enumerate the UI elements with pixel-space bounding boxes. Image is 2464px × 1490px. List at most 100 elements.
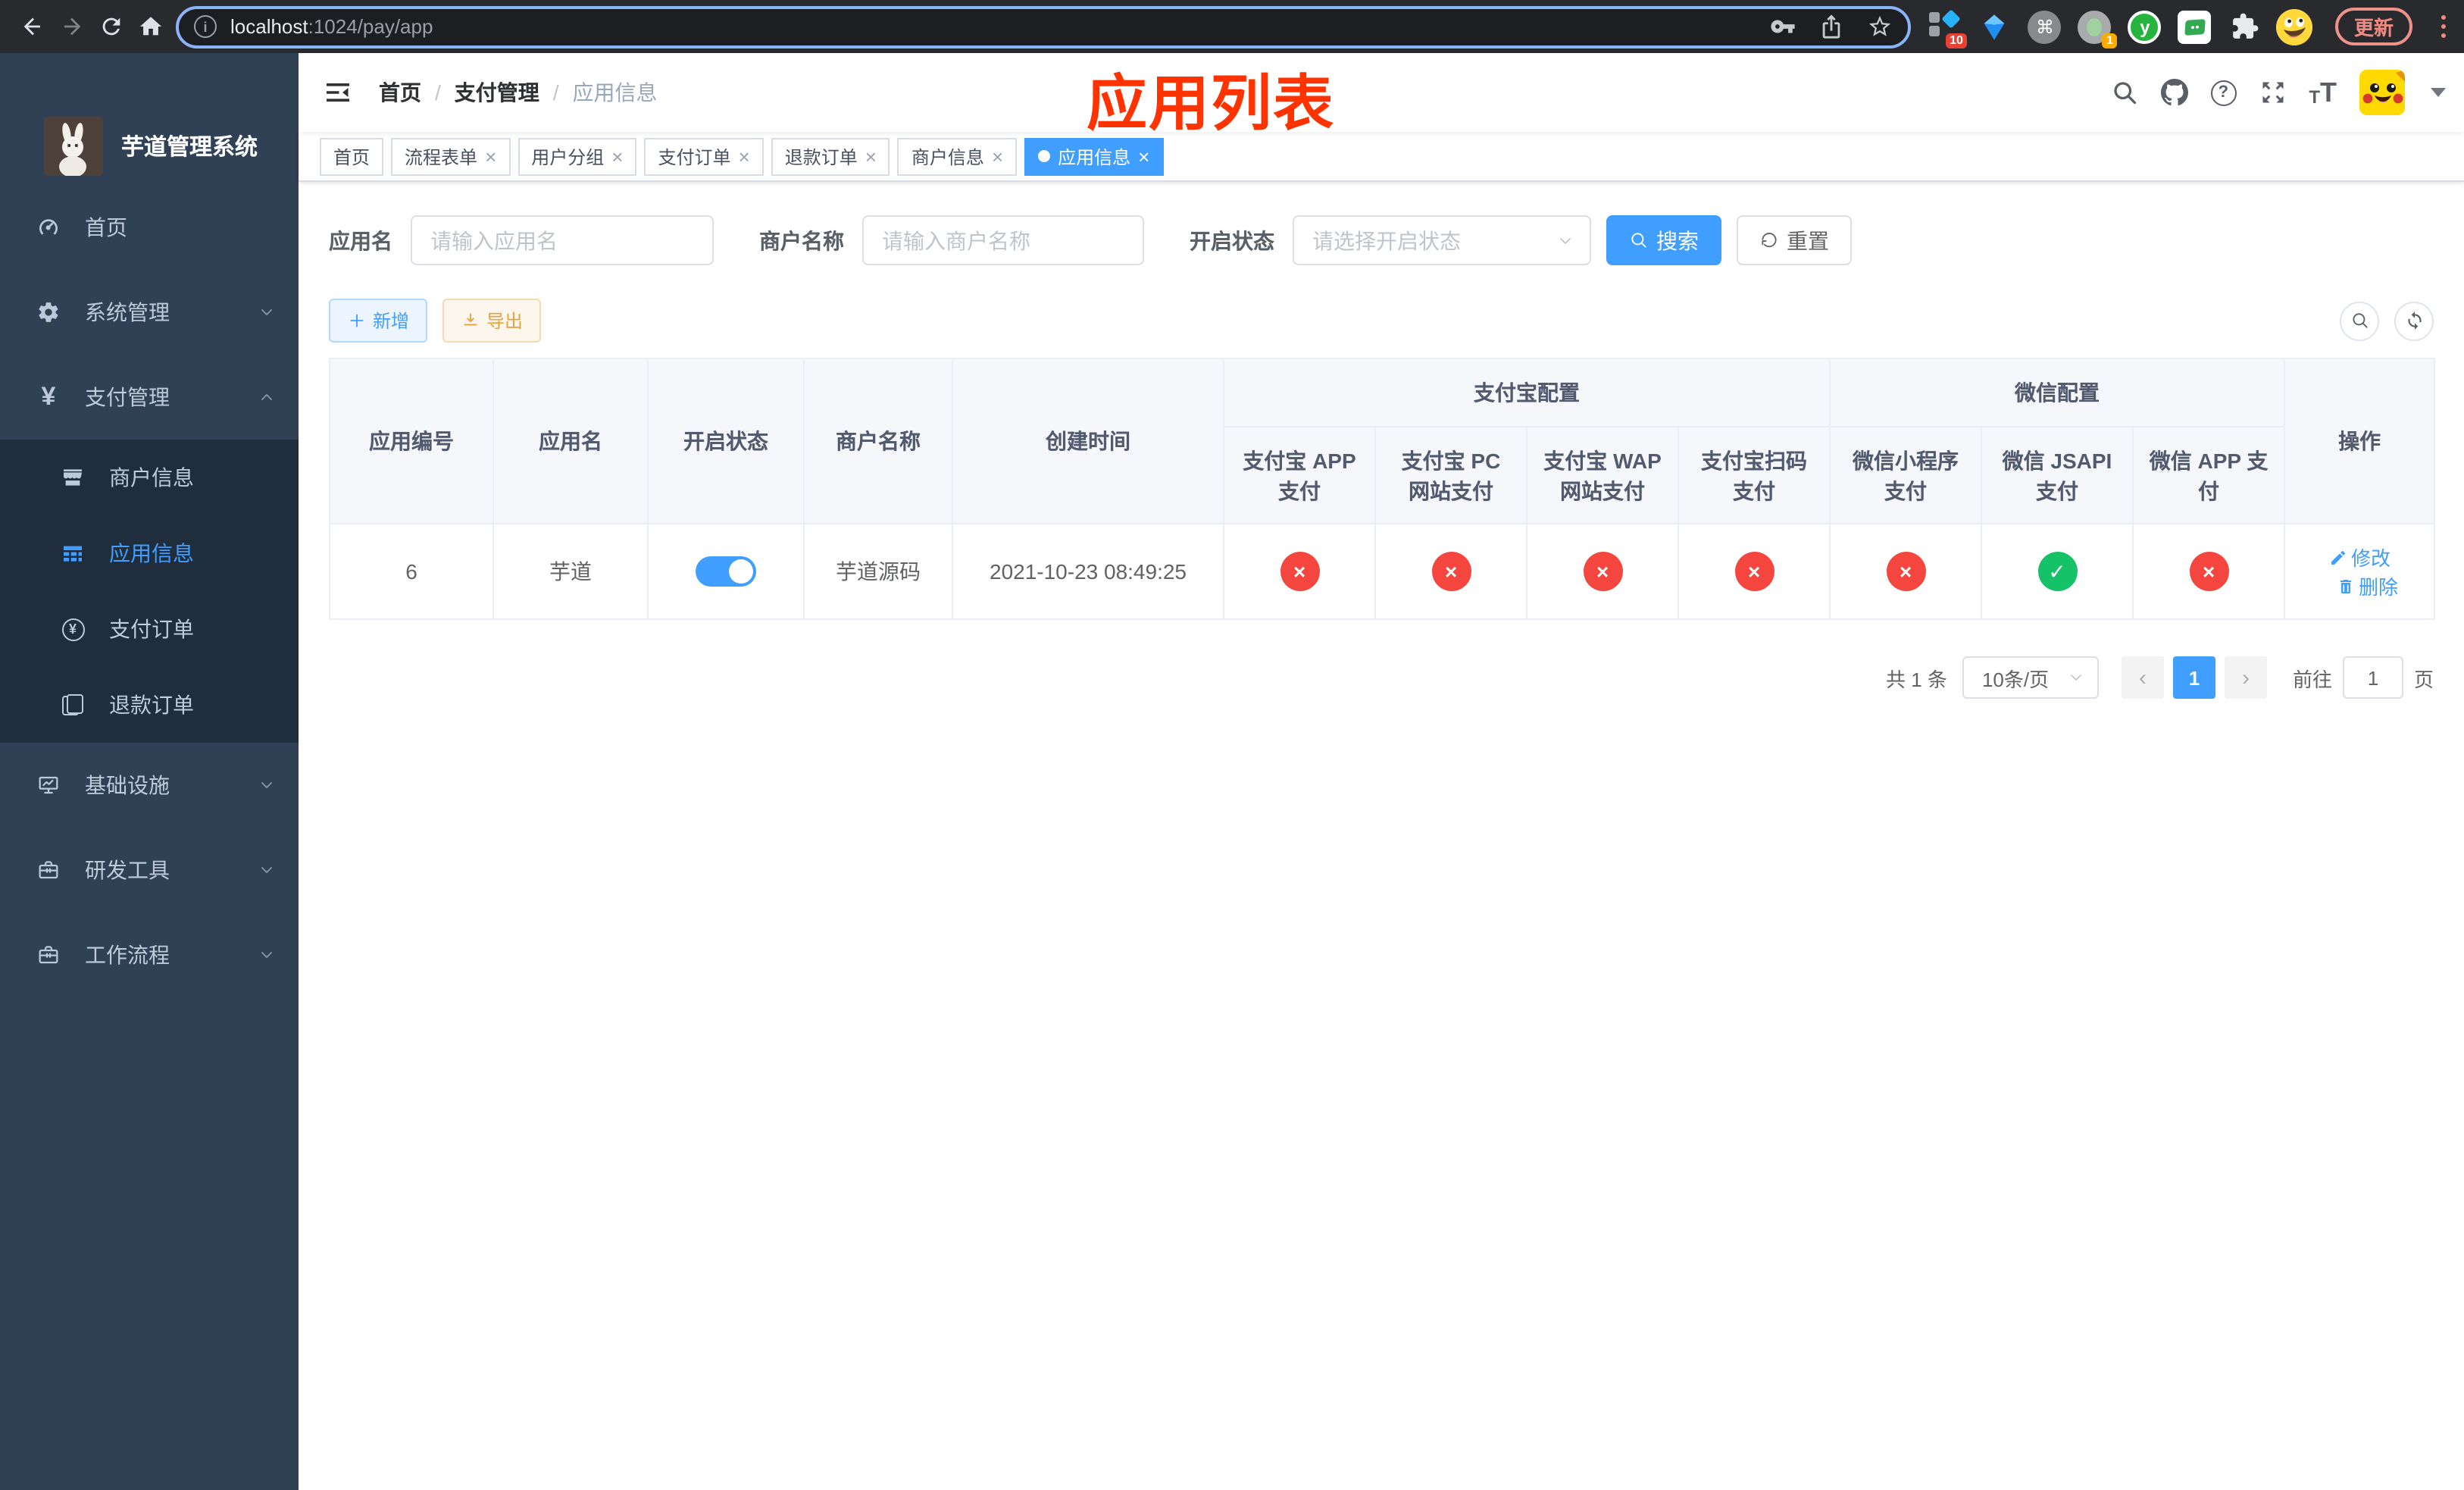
reload-icon[interactable] [91,7,130,46]
close-icon[interactable]: × [1138,146,1149,166]
url-bar[interactable]: i localhost:1024/pay/app [176,5,1912,48]
col-group-wechat: 微信配置 [1828,358,2286,427]
status-select[interactable]: 请选择开启状态 [1293,215,1591,265]
status-cross-icon: × [1280,552,1319,591]
pagination: 共 1 条 10条/页 ‹ 1 › 前往 页 [329,656,2434,699]
chevron-down-icon [258,776,276,794]
screen: i localhost:1024/pay/app 10 ⌘ 1 y 更新 芋道管… [0,0,2464,1490]
close-icon[interactable]: × [485,146,496,166]
edit-link[interactable]: 修改 [2328,543,2391,571]
page-size-select[interactable]: 10条/页 [1962,656,2099,699]
sidebar-item-dev-tools[interactable]: 研发工具 [0,828,299,912]
tab-home[interactable]: 首页 [320,137,384,175]
col-group-alipay: 支付宝配置 [1223,358,1831,427]
cell-alipay-app: × [1223,523,1376,620]
next-page-button[interactable]: › [2224,656,2267,699]
hide-search-button[interactable] [2340,301,2379,340]
refresh-button[interactable] [2394,301,2434,340]
prev-page-button[interactable]: ‹ [2121,656,2164,699]
status-toggle[interactable] [696,556,756,587]
sidebar-item-label: 退款订单 [109,693,194,717]
extension-chat-icon[interactable] [2177,8,2213,45]
store-icon [58,465,88,490]
search-icon[interactable] [2110,79,2137,106]
password-key-icon[interactable] [1769,13,1796,40]
home-icon[interactable] [130,7,170,46]
tab-label: 流程表单 [405,146,478,167]
add-button[interactable]: 新增 [329,299,428,343]
search-form: 应用名 商户名称 开启状态 请选择开启状态 [329,215,2434,265]
trash-icon [2340,579,2351,593]
status-select-placeholder: 请选择开启状态 [1312,228,1461,252]
sidebar-item-pay-order[interactable]: ¥ 支付订单 [0,591,299,667]
page-1-button[interactable]: 1 [2172,656,2215,699]
site-info-icon[interactable]: i [194,15,217,38]
sidebar-item-home[interactable]: 首页 [0,185,299,270]
close-icon[interactable]: × [739,146,750,166]
pencil-icon [2331,549,2345,564]
help-icon[interactable]: ? [2210,80,2237,105]
browser-menu-icon[interactable] [2441,14,2446,39]
extensions-puzzle-icon[interactable] [2227,8,2263,45]
toolbox-icon [30,943,67,967]
browser-profile-avatar[interactable] [2276,8,2313,45]
forward-icon[interactable] [52,7,91,46]
browser-update-button[interactable]: 更新 [2335,8,2412,45]
tab-refund-order[interactable]: 退款订单 × [771,137,890,175]
github-icon[interactable] [2160,79,2188,106]
fullscreen-icon[interactable] [2259,79,2286,106]
tab-merchant-info[interactable]: 商户信息 × [897,137,1018,175]
avatar-caret-icon[interactable] [2431,88,2446,97]
logo-rabbit-image [44,117,103,176]
extension-yudao-icon[interactable]: y [2127,8,2163,45]
status-cross-icon: × [1583,552,1622,591]
sidebar-item-app-info[interactable]: 应用信息 [0,515,299,591]
close-icon[interactable]: × [611,146,623,166]
table-toolbar: 新增 导出 [329,299,2434,343]
share-icon[interactable] [1818,13,1845,40]
close-icon[interactable]: × [992,146,1003,166]
chevron-down-icon [258,303,276,321]
tab-label: 商户信息 [911,146,984,167]
merchant-name-input[interactable] [862,215,1144,265]
tab-process-form[interactable]: 流程表单 × [391,137,511,175]
cell-app-id: 6 [329,523,494,620]
sidebar-item-label: 研发工具 [85,858,170,882]
goto-page-input[interactable] [2342,656,2403,699]
user-avatar[interactable] [2359,70,2405,115]
tab-pay-order[interactable]: 支付订单 × [644,137,764,175]
sidebar-item-infra[interactable]: 基础设施 [0,743,299,828]
cell-wx-lite: × [1829,523,1982,620]
url-text: localhost:1024/pay/app [230,15,433,38]
active-dot [1038,150,1051,162]
tab-app-info[interactable]: 应用信息 × [1024,137,1164,175]
delete-link[interactable]: 删除 [2336,571,2398,600]
cell-alipay-qr: × [1678,523,1831,620]
sidebar-collapse-icon[interactable] [321,76,355,109]
sidebar-item-workflow[interactable]: 工作流程 [0,912,299,997]
status-cross-icon: × [1431,552,1471,591]
bookmark-star-icon[interactable] [1866,13,1893,40]
breadcrumb-home[interactable]: 首页 [379,77,421,108]
breadcrumb: 首页 / 支付管理 / 应用信息 [379,77,658,108]
reset-button[interactable]: 重置 [1737,215,1852,265]
search-button[interactable]: 搜索 [1606,215,1721,265]
font-size-icon[interactable]: TT [2309,79,2337,106]
sidebar-item-payment[interactable]: ¥ 支付管理 [0,355,299,440]
merchant-name-label: 商户名称 [759,228,844,252]
close-icon[interactable]: × [865,146,877,166]
extension-gem-icon[interactable] [1977,8,2013,45]
extension-command-icon[interactable]: ⌘ [2027,8,2063,45]
col-create-time: 创建时间 [952,358,1224,524]
export-button[interactable]: 导出 [442,299,542,343]
sidebar-item-refund-order[interactable]: 退款订单 [0,667,299,743]
back-icon[interactable] [12,7,52,46]
extension-monkey-icon[interactable]: 10 [1927,8,1968,48]
extension-camera-icon[interactable]: 1 [2077,8,2118,48]
sidebar-item-system[interactable]: 系统管理 [0,270,299,355]
payment-submenu: 商户信息 应用信息 ¥ 支付订单 退款订单 [0,440,299,743]
sidebar-item-merchant-info[interactable]: 商户信息 [0,440,299,515]
tab-user-group[interactable]: 用户分组 × [518,137,637,175]
breadcrumb-payment[interactable]: 支付管理 [455,77,539,108]
app-name-input[interactable] [411,215,714,265]
